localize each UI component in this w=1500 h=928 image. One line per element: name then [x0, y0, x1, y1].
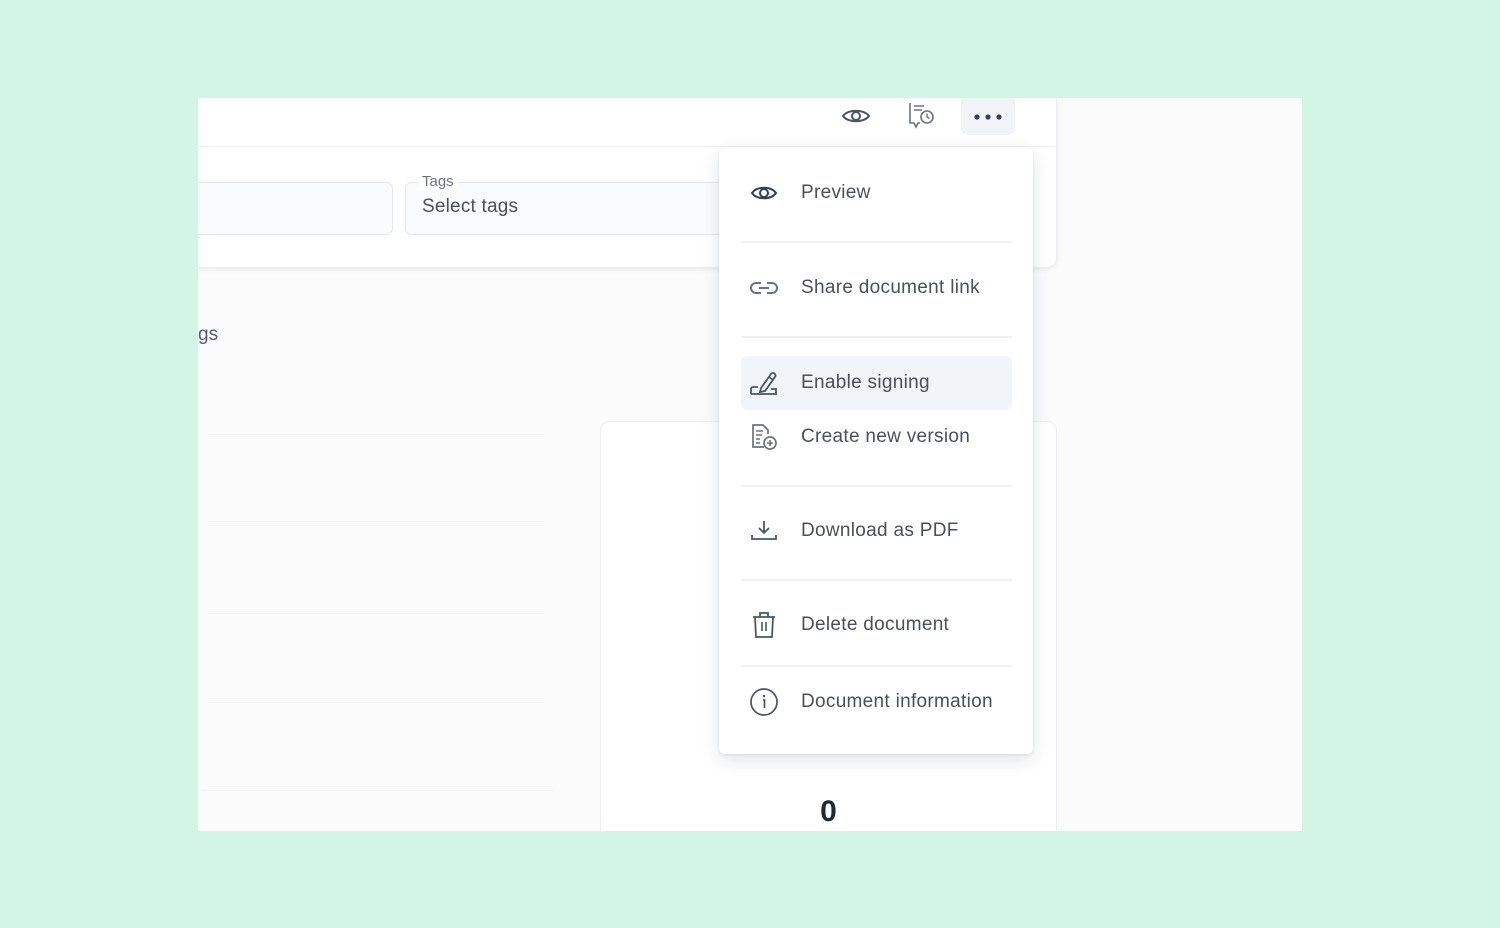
menu-separator	[741, 665, 1012, 667]
eye-icon	[841, 109, 871, 123]
info-icon	[749, 687, 779, 717]
document-actions-menu: Preview Share document link Enable signi…	[719, 147, 1033, 754]
menu-item-document-information[interactable]: Document information	[741, 675, 1012, 729]
stat-value: 0	[820, 795, 837, 828]
tags-placeholder: Select tags	[422, 196, 519, 217]
menu-item-enable-signing[interactable]: Enable signing	[741, 356, 1012, 410]
tags-select[interactable]: Tags Select tags	[405, 173, 765, 235]
more-horizontal-icon	[974, 113, 1002, 120]
tags-label: Tags	[418, 173, 458, 190]
more-options-button[interactable]	[961, 98, 1015, 135]
row-divider	[208, 613, 544, 614]
menu-item-delete-document[interactable]: Delete document	[741, 598, 1012, 652]
menu-item-label: Share document link	[801, 277, 980, 298]
menu-item-share-link[interactable]: Share document link	[741, 261, 1012, 315]
metadata-field[interactable]	[198, 182, 393, 235]
document-plus-icon	[749, 422, 779, 452]
document-clock-icon	[909, 103, 934, 129]
signature-pen-icon	[749, 368, 779, 398]
row-divider	[208, 434, 544, 435]
menu-item-download-pdf[interactable]: Download as PDF	[741, 504, 1012, 558]
menu-item-create-version[interactable]: Create new version	[741, 410, 1012, 464]
section-label: gs	[198, 324, 219, 345]
menu-item-label: Create new version	[801, 426, 971, 447]
eye-icon	[749, 178, 779, 208]
menu-separator	[741, 485, 1012, 487]
menu-item-label: Download as PDF	[801, 520, 959, 541]
menu-item-preview[interactable]: Preview	[741, 166, 1012, 220]
row-divider	[208, 521, 544, 522]
menu-item-label: Enable signing	[801, 372, 930, 393]
menu-item-label: Delete document	[801, 614, 950, 635]
download-icon	[749, 516, 779, 546]
preview-button[interactable]	[831, 98, 881, 134]
menu-separator	[741, 336, 1012, 338]
menu-item-label: Preview	[801, 182, 871, 203]
menu-item-label: Document information	[801, 691, 993, 712]
row-divider	[203, 790, 553, 791]
trash-icon	[749, 610, 779, 640]
menu-separator	[741, 579, 1012, 581]
link-icon	[749, 273, 779, 303]
menu-separator	[741, 241, 1012, 243]
row-divider	[208, 702, 544, 703]
version-history-button[interactable]	[896, 98, 946, 134]
